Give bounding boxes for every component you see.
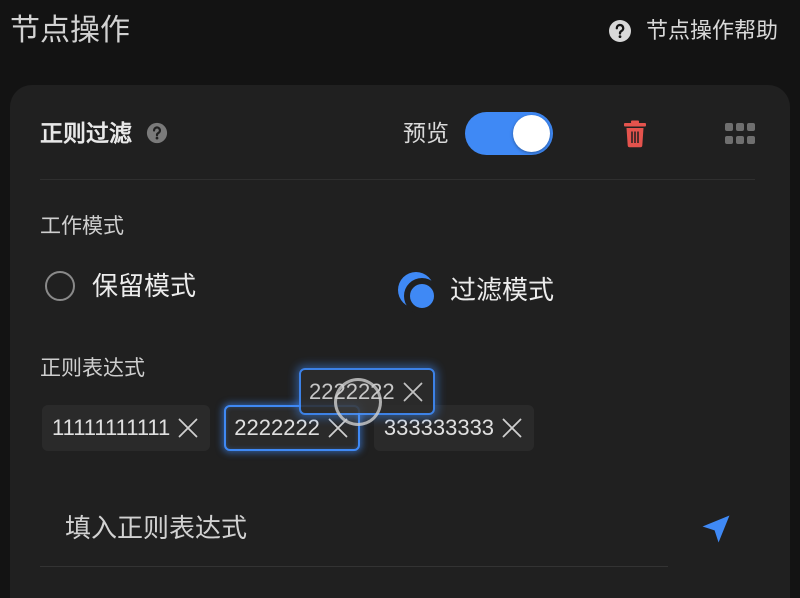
radio-button[interactable] [398, 272, 440, 314]
grid-dots-icon [725, 123, 755, 144]
toggle-knob [513, 115, 550, 152]
tag-text: 333333333 [383, 415, 495, 440]
input-underline [40, 566, 668, 567]
submit-regex-button[interactable] [699, 512, 733, 546]
preview-label: 预览 [403, 120, 449, 146]
question-circle-icon [146, 122, 168, 144]
title-help-button[interactable] [146, 122, 168, 144]
regex-filter-card: 正则过滤 预览 工作模式 保留模式 过滤模式 正则表达式 11111111111… [10, 85, 790, 598]
close-icon [502, 418, 522, 438]
tag-text: 2222222 [309, 378, 395, 404]
tag-remove-button[interactable] [176, 416, 200, 440]
tag-text: 2222222 [234, 415, 320, 440]
radio-option-keep-mode[interactable]: 保留模式 [45, 266, 196, 306]
regex-tag-list: 11111111111 2222222 333333333 [42, 405, 535, 451]
regex-label: 正则表达式 [40, 357, 145, 380]
radio-label: 过滤模式 [450, 275, 555, 305]
radio-label: 保留模式 [92, 271, 197, 301]
divider [40, 179, 755, 180]
regex-input[interactable] [65, 509, 665, 547]
tag-remove-button[interactable] [500, 416, 524, 440]
page-title: 节点操作 [10, 14, 130, 47]
close-icon [178, 418, 198, 438]
radio-button[interactable] [45, 271, 75, 301]
regex-tag[interactable]: 11111111111 [42, 405, 211, 451]
radio-option-filter-mode[interactable]: 过滤模式 [398, 270, 555, 314]
delete-filter-button[interactable] [623, 120, 647, 148]
close-icon [328, 418, 348, 438]
question-circle-icon [609, 20, 631, 42]
work-mode-label: 工作模式 [40, 215, 124, 238]
tag-remove-button[interactable] [326, 416, 350, 440]
close-icon [401, 380, 425, 404]
send-arrow-icon [702, 515, 730, 543]
trash-icon [624, 120, 646, 148]
drag-handle[interactable] [725, 123, 755, 144]
node-operations-screen: 节点操作 节点操作帮助 正则过滤 预览 工作模式 保留模式 过滤模式 正则表达式… [0, 0, 800, 598]
help-link-label: 节点操作帮助 [646, 18, 779, 43]
top-bar: 节点操作 节点操作帮助 [0, 0, 800, 85]
card-title: 正则过滤 [40, 120, 132, 146]
help-link[interactable]: 节点操作帮助 [608, 18, 778, 44]
dragging-tag-ghost[interactable]: 2222222 [299, 368, 435, 415]
preview-toggle[interactable] [465, 112, 553, 155]
tag-text: 11111111111 [52, 415, 171, 440]
